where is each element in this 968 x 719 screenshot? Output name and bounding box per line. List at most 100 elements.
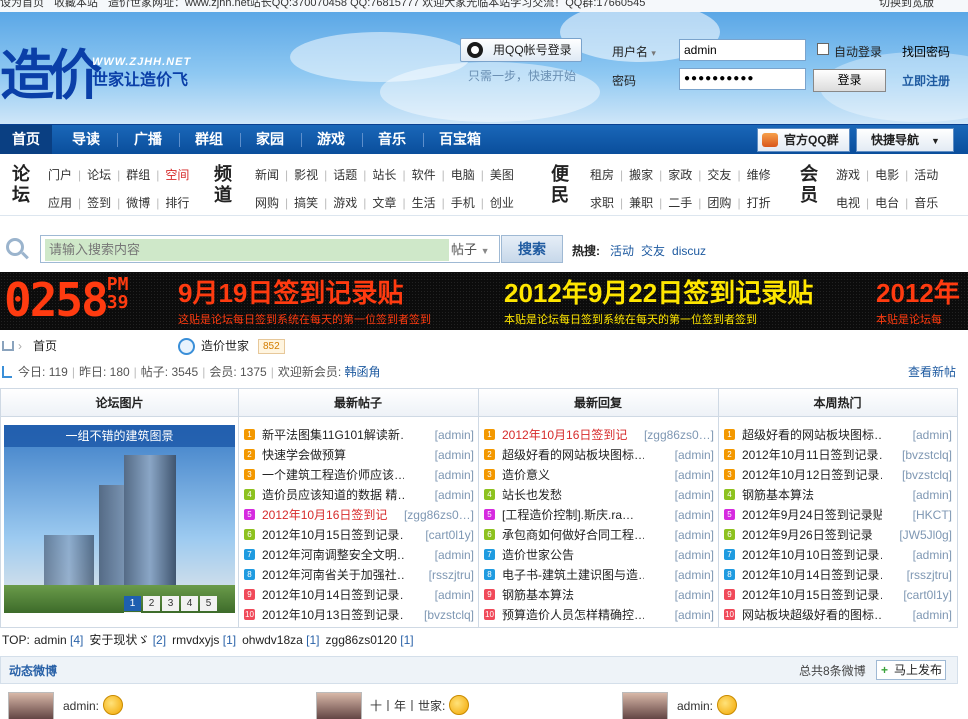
list-item[interactable]: 3 一个建筑工程造价师应该… [admin] [244, 465, 474, 485]
post-author[interactable]: [bvzstclq] [902, 445, 952, 465]
channel-link[interactable]: 二手 [668, 194, 692, 211]
list-item[interactable]: 8 电子书-建筑土建识图与造… [admin] [484, 565, 714, 585]
channel-link[interactable]: 租房 [590, 166, 614, 183]
post-author[interactable]: [admin] [913, 545, 952, 565]
post-title[interactable]: 造价世家公告 [502, 545, 644, 565]
password-field[interactable]: ●●●●●●●●●● [679, 68, 806, 90]
led-banner[interactable]: 0258PM 39 9月19日签到记录贴 这贴是论坛每日签到系统在每天的第一位签到… [0, 272, 968, 330]
post-author[interactable]: [admin] [435, 425, 474, 445]
post-author[interactable]: [admin] [675, 445, 714, 465]
top-poster[interactable]: admin [4] [34, 633, 83, 647]
post-title[interactable]: 2012年10月14日签到记录… [262, 585, 404, 605]
post-title[interactable]: 2012年河南调整安全文明… [262, 545, 404, 565]
post-author[interactable]: [admin] [913, 425, 952, 445]
channel-link[interactable]: 应用 [48, 194, 72, 211]
nav-home[interactable]: 首页 [0, 125, 52, 155]
breadcrumb-site[interactable]: 造价世家 [201, 333, 249, 359]
post-author[interactable]: [admin] [435, 445, 474, 465]
search-type-select[interactable]: 帖子 ▼ [451, 239, 497, 261]
auto-login-label[interactable]: 自动登录 [834, 43, 882, 60]
post-title[interactable]: 2012年9月26日签到记录 [742, 525, 882, 545]
nav-groups[interactable]: 群组 [183, 125, 235, 155]
list-item[interactable]: 2 2012年10月11日签到记录… [bvzstclq] [724, 445, 952, 465]
list-item[interactable]: 6 2012年9月26日签到记录 [JW5Jl0g] [724, 525, 952, 545]
post-author[interactable]: [admin] [913, 605, 952, 625]
list-item[interactable]: 4 造价员应该知道的数据 精… [admin] [244, 485, 474, 505]
channel-link[interactable]: 话题 [333, 166, 357, 183]
list-item[interactable]: 10 预算造价人员怎样精确控… [admin] [484, 605, 714, 625]
channel-link[interactable]: 电视 [836, 194, 860, 211]
post-author[interactable]: [admin] [675, 545, 714, 565]
post-title[interactable]: 2012年10月14日签到记录… [742, 565, 882, 585]
channel-link[interactable]: 网购 [255, 194, 279, 211]
slide-page[interactable]: 2 [143, 596, 160, 611]
list-item[interactable]: 5 2012年10月16日签到记 [zgg86zs0…] [244, 505, 474, 525]
search-button[interactable]: 搜索 [501, 235, 563, 263]
register-link[interactable]: 立即注册 [902, 72, 950, 89]
post-title[interactable]: 造价员应该知道的数据 精… [262, 485, 404, 505]
post-author[interactable]: [admin] [913, 485, 952, 505]
auto-login-checkbox[interactable] [817, 43, 829, 55]
channel-link[interactable]: 美图 [490, 166, 514, 183]
channel-link[interactable]: 游戏 [836, 166, 860, 183]
nav-games[interactable]: 游戏 [305, 125, 357, 155]
view-new-posts-link[interactable]: 查看新帖 [908, 361, 956, 383]
post-title[interactable]: 2012年10月16日签到记 [502, 425, 644, 445]
channel-link[interactable]: 团购 [707, 194, 731, 211]
chevron-down-icon[interactable]: ▾ [651, 48, 656, 58]
channel-link[interactable]: 创业 [490, 194, 514, 211]
quick-nav-button[interactable]: 快捷导航 ▼ [856, 128, 954, 152]
list-item[interactable]: 10 2012年10月13日签到记录… [bvzstclq] [244, 605, 474, 625]
list-item[interactable]: 3 2012年10月12日签到记录… [bvzstclq] [724, 465, 952, 485]
avatar[interactable] [8, 692, 54, 719]
breadcrumb-home[interactable]: 首页 [33, 333, 57, 359]
post-author[interactable]: [admin] [675, 565, 714, 585]
newest-member-link[interactable]: 韩函角 [345, 365, 381, 379]
channel-link[interactable]: 兼职 [629, 194, 653, 211]
post-author[interactable]: [rsszjtru] [429, 565, 474, 585]
post-title[interactable]: 站长也发愁 [502, 485, 644, 505]
top-poster[interactable]: rmvdxyjs [1] [172, 633, 236, 647]
channel-link[interactable]: 游戏 [333, 194, 357, 211]
nav-treasure-box[interactable]: 百宝箱 [427, 125, 493, 155]
list-item[interactable]: 3 造价意义 [admin] [484, 465, 714, 485]
list-item[interactable]: 7 2012年河南调整安全文明… [admin] [244, 545, 474, 565]
post-author[interactable]: [admin] [675, 585, 714, 605]
search-input[interactable]: 请输入搜索内容 [45, 239, 449, 261]
post-title[interactable]: 2012年10月15日签到记录… [262, 525, 404, 545]
channel-link[interactable]: 门户 [48, 166, 72, 183]
post-title[interactable]: 2012年10月10日签到记录… [742, 545, 882, 565]
post-title[interactable]: 2012年10月15日签到记录… [742, 585, 882, 605]
list-item[interactable]: 5 2012年9月24日签到记录贴… [HKCT] [724, 505, 952, 525]
find-password-link[interactable]: 找回密码 [902, 43, 950, 60]
hot-search-link[interactable]: discuz [672, 244, 706, 258]
channel-link[interactable]: 打折 [747, 194, 771, 211]
post-author[interactable]: [admin] [435, 545, 474, 565]
channel-link[interactable]: 搞笑 [294, 194, 318, 211]
nav-home-space[interactable]: 家园 [244, 125, 296, 155]
list-item[interactable]: 8 2012年10月14日签到记录… [rsszjtru] [724, 565, 952, 585]
top-poster[interactable]: 安于现状ゞ [2] [89, 633, 166, 647]
post-title[interactable]: 2012年10月11日签到记录… [742, 445, 882, 465]
list-item[interactable]: 4 站长也发愁 [admin] [484, 485, 714, 505]
post-author[interactable]: [HKCT] [913, 505, 952, 525]
channel-link[interactable]: 电脑 [451, 166, 475, 183]
post-author[interactable]: [admin] [675, 465, 714, 485]
list-item[interactable]: 2 超级好看的网站板块图标… [admin] [484, 445, 714, 465]
channel-link[interactable]: 电台 [875, 194, 899, 211]
channel-link[interactable]: 文章 [372, 194, 396, 211]
slide-page[interactable]: 1 [124, 596, 141, 611]
nav-guide[interactable]: 导读 [60, 125, 112, 155]
channel-link[interactable]: 空间 [165, 166, 189, 183]
post-author[interactable]: [zgg86zs0…] [404, 505, 474, 525]
post-author[interactable]: [admin] [675, 525, 714, 545]
weibo-author[interactable]: 十丨年丨世家: [370, 695, 470, 715]
avatar[interactable] [316, 692, 362, 719]
login-button[interactable]: 登录 [813, 69, 886, 92]
channel-link[interactable]: 电影 [875, 166, 899, 183]
top-poster[interactable]: ohwdv18za [1] [242, 633, 319, 647]
publish-button[interactable]: + 马上发布 [876, 660, 946, 680]
list-item[interactable]: 10 网站板块超级好看的图标… [admin] [724, 605, 952, 625]
post-author[interactable]: [zgg86zs0…] [644, 425, 714, 445]
list-item[interactable]: 4 钢筋基本算法 [admin] [724, 485, 952, 505]
